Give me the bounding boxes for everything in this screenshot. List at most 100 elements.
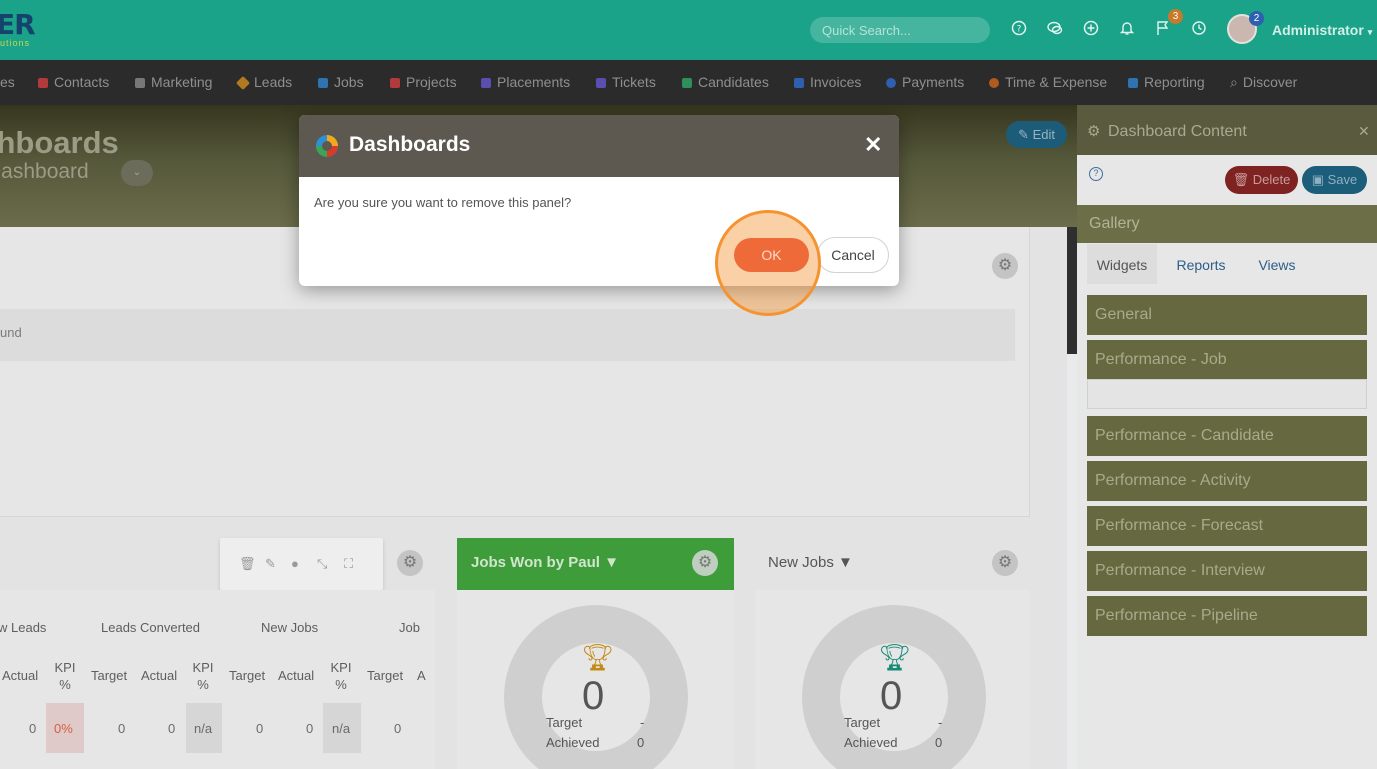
panel-settings-gear-icon[interactable]: ⚙ — [992, 253, 1018, 279]
table-subheader: Actual — [278, 668, 315, 683]
chart-icon — [1128, 78, 1138, 88]
panel-title: Dashboard Content — [1108, 123, 1247, 140]
table-cell-kpi: 0% — [54, 721, 73, 736]
nav-item-time-expense[interactable]: Time & Expense — [989, 74, 1107, 90]
table-header: w Leads — [0, 620, 47, 635]
dialog-message: Are you sure you want to remove this pan… — [314, 195, 572, 210]
history-icon[interactable] — [1190, 20, 1208, 38]
nav-label: Leads — [254, 74, 293, 90]
flag-count-badge: 3 — [1168, 9, 1183, 24]
help-icon[interactable]: ? — [1010, 20, 1028, 38]
table-subheader: Target — [229, 668, 266, 683]
nav-label: Reporting — [1144, 74, 1205, 90]
nav-item-marketing[interactable]: Marketing — [135, 74, 212, 90]
target-label: Target — [546, 715, 583, 730]
section-content — [1087, 379, 1367, 409]
flag-icon[interactable] — [1154, 20, 1172, 38]
gallery-header: Gallery — [1077, 205, 1377, 243]
nav-label: Jobs — [334, 74, 364, 90]
gallery-section-performance-activity[interactable]: Performance - Activity — [1087, 461, 1367, 501]
close-icon[interactable]: ✕ — [1358, 123, 1370, 140]
tab-reports[interactable]: Reports — [1167, 244, 1235, 284]
gallery-section-performance-interview[interactable]: Performance - Interview — [1087, 551, 1367, 591]
scrollbar[interactable] — [1067, 227, 1077, 354]
add-icon[interactable] — [1082, 20, 1100, 38]
nav-label: Time & Expense — [1005, 74, 1108, 90]
edit-button[interactable]: ✎ Edit — [1006, 121, 1067, 148]
nav-item-reporting[interactable]: Reporting — [1128, 74, 1205, 90]
filter-icon[interactable]: ▼ — [838, 554, 853, 571]
gallery-section-performance-candidate[interactable]: Performance - Candidate — [1087, 416, 1367, 456]
jobs-won-settings-gear-icon[interactable]: ⚙ — [692, 550, 718, 576]
table-subheader: KPI % — [330, 660, 352, 692]
widget-title: Jobs Won by Paul ▼ — [471, 554, 619, 571]
app-logo-subtitle: utions — [0, 38, 31, 48]
close-icon[interactable]: ✕ — [864, 132, 882, 158]
nav-item-candidates[interactable]: Candidates — [682, 74, 769, 90]
dashboard-select-dropdown[interactable]: ⌄ — [121, 160, 153, 186]
nav-item-contacts[interactable]: Contacts — [38, 74, 109, 90]
avatar-count-badge: 2 — [1249, 11, 1264, 26]
nav-label: Candidates — [698, 74, 769, 90]
nav-item-payments[interactable]: Payments — [886, 74, 964, 90]
panel-header: ⚙ Dashboard Content ✕ — [1077, 105, 1377, 155]
nav-item-partial[interactable]: es — [0, 74, 15, 90]
jobs-won-value: 0 — [582, 674, 605, 718]
save-button[interactable]: ▣ Save — [1302, 166, 1367, 194]
kpi-settings-gear-icon[interactable]: ⚙ — [397, 550, 423, 576]
nav-item-placements[interactable]: Placements — [481, 74, 570, 90]
app-logo[interactable]: ER — [0, 8, 36, 41]
filter-icon[interactable]: ▼ — [604, 554, 619, 571]
nav-item-invoices[interactable]: Invoices — [794, 74, 861, 90]
tab-views[interactable]: Views — [1245, 244, 1309, 284]
search-icon: ⌕ — [1230, 74, 1238, 90]
achieved-label: Achieved — [844, 735, 898, 750]
table-subheader: KPI % — [192, 660, 214, 692]
new-jobs-settings-gear-icon[interactable]: ⚙ — [992, 550, 1018, 576]
quick-search-input[interactable]: Quick Search... — [810, 17, 990, 43]
table-cell: n/a — [332, 721, 351, 736]
drop-icon[interactable]: ● — [291, 556, 299, 571]
jobs-won-widget-body: 🏆︎ 0 Target - Achieved 0 — [457, 590, 734, 769]
bell-icon[interactable] — [1118, 20, 1136, 38]
nav-item-tickets[interactable]: Tickets — [596, 74, 656, 90]
dashboard-name: Dashboard — [0, 160, 89, 183]
cancel-button[interactable]: Cancel — [817, 237, 889, 273]
pencil-icon: ✎ — [1018, 127, 1029, 142]
nav-label: Placements — [497, 74, 571, 90]
nav-item-discover[interactable]: ⌕ Discover — [1230, 74, 1297, 91]
user-name: Administrator — [1272, 22, 1364, 38]
table-subheader: Target — [367, 668, 404, 683]
tab-widgets[interactable]: Widgets — [1087, 244, 1157, 284]
gallery-section-performance-job[interactable]: Performance - Job — [1087, 340, 1367, 380]
new-jobs-widget-body: 🏆︎ 0 Target - Achieved 0 — [755, 590, 1030, 769]
chat-icon[interactable] — [1046, 20, 1064, 38]
gear-icon: ⚙ — [1087, 123, 1101, 140]
expand-icon[interactable]: ⛶ — [344, 556, 353, 572]
table-cell: 0 — [306, 721, 314, 736]
trophy-icon: 🏆︎ — [878, 642, 912, 672]
nav-item-projects[interactable]: Projects — [390, 74, 457, 90]
jobs-won-widget-header: Jobs Won by Paul ▼ ⚙ — [457, 538, 734, 590]
jobs-icon — [318, 78, 328, 88]
gallery-section-general[interactable]: General — [1087, 295, 1367, 335]
ok-button[interactable]: OK — [734, 238, 809, 272]
table-subheader: KPI % — [54, 660, 76, 692]
user-menu[interactable]: Administrator ▾ — [1272, 22, 1372, 38]
gallery-section-performance-pipeline[interactable]: Performance - Pipeline — [1087, 596, 1367, 636]
collapse-icon[interactable]: ⤡ — [317, 556, 327, 572]
save-label: Save — [1327, 172, 1358, 187]
pencil-icon[interactable]: ✎ — [265, 556, 276, 572]
nav-item-jobs[interactable]: Jobs — [318, 74, 364, 90]
table-cell: n/a — [194, 721, 213, 736]
gallery-section-performance-forecast[interactable]: Performance - Forecast — [1087, 506, 1367, 546]
payments-icon — [886, 78, 896, 88]
leads-icon — [235, 75, 251, 91]
nav-item-leads[interactable]: Leads — [235, 74, 293, 91]
nav-label: Contacts — [54, 74, 110, 90]
contacts-icon — [38, 78, 48, 88]
delete-button[interactable]: 🗑︎ Delete — [1225, 166, 1298, 194]
help-icon[interactable]: ? — [1089, 167, 1103, 181]
trash-icon[interactable]: 🗑 — [239, 556, 256, 572]
dialog-header: Dashboards ✕ — [299, 115, 899, 177]
